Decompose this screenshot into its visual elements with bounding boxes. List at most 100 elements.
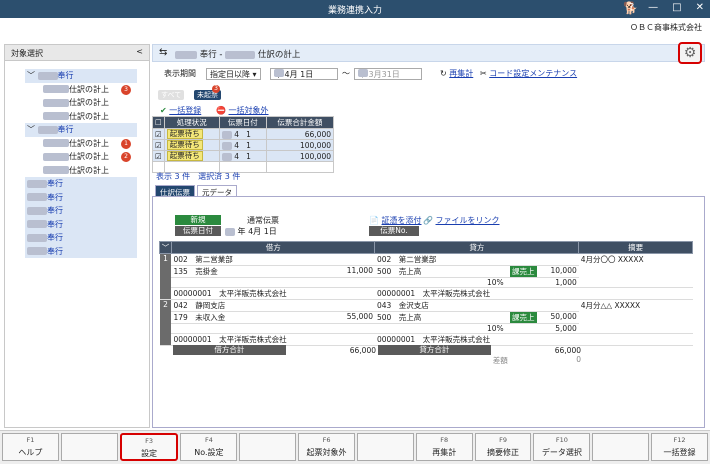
journal-row[interactable]: 2 042 静岡支店 043 金沢支店 4月分△△ XXXXX xyxy=(159,299,693,346)
credit-total-value: 66,000 xyxy=(554,345,581,355)
tree-bank-item[interactable]: ﹀ 奉行 xyxy=(25,123,137,137)
help-icon[interactable]: ? xyxy=(629,2,634,13)
credit-total-label: 貸方合計 xyxy=(378,345,491,355)
col-status: 処理状況 xyxy=(163,116,220,129)
fkey-f12-button[interactable]: F12 一括登録 xyxy=(651,433,708,461)
voucher-detail: 仕訳伝票 元データ 新規 通常伝票 伝票日付 年 4月 1日 📄 証憑を添付 🔗… xyxy=(152,185,705,428)
settings-gear-icon[interactable]: ⚙ xyxy=(678,42,702,64)
tab-journal[interactable]: 仕訳伝票 xyxy=(155,185,195,197)
collapse-panel-button[interactable]: < xyxy=(136,47,143,56)
fkey-blank-10-button[interactable] xyxy=(592,433,650,461)
file-link[interactable]: 🔗 ファイルをリンク xyxy=(423,215,500,226)
tree-bank-item[interactable]: 奉行 xyxy=(25,217,137,231)
tree-item-label: 仕訳の計上 xyxy=(69,111,109,121)
col-debit: 借方 xyxy=(170,241,376,254)
filter-chip-all[interactable]: すべて xyxy=(158,90,185,100)
fkey-f9-button[interactable]: F9 摘要修正 xyxy=(474,433,532,461)
voucher-no-label: 伝票No. xyxy=(369,226,419,236)
bulk-exclude-action[interactable]: ⛔ 一括対象外 xyxy=(216,105,269,116)
fkey-f3-button[interactable]: F3 設定 xyxy=(119,433,179,461)
tree-count-badge: 3 xyxy=(121,84,131,95)
row-number: 1 xyxy=(159,253,172,300)
tree-bank-item[interactable]: 奉行 xyxy=(25,244,137,258)
to-date-input[interactable]: 年 3月31日 xyxy=(354,68,422,80)
voucher-row[interactable]: ☑ 起票待ち 4 1 66,000 xyxy=(152,128,335,140)
expand-chevron-icon[interactable]: ﹀ xyxy=(27,125,38,134)
tree-entry-item[interactable]: 仕訳の計上 1 xyxy=(25,137,137,151)
select-all-checkbox[interactable]: ☐ xyxy=(152,116,165,129)
totals-table: 借方合計 66,000 貸方合計 66,000 差額 0 xyxy=(173,345,583,366)
row-checkbox[interactable]: ☑ xyxy=(152,150,165,162)
fkey-blank-4-button[interactable] xyxy=(239,433,297,461)
tree-entry-item[interactable]: 仕訳の計上 xyxy=(25,110,137,124)
tree-entry-item[interactable]: 仕訳の計上 xyxy=(25,164,137,178)
fkey-blank-1-button[interactable] xyxy=(60,433,118,461)
target-select-title: 対象選択 xyxy=(11,49,43,58)
period-select[interactable]: 指定日以降 ▾ xyxy=(206,68,261,80)
journal-grid: ﹀ 借方 貸方 摘要 1 002 第二営業部 002 第二営業部 4月分〇〇 XXXX… xyxy=(159,241,693,346)
tree-count-badge: 2 xyxy=(121,152,131,162)
voucher-row[interactable]: ☑ 起票待ち 4 1 100,000 xyxy=(152,150,335,162)
new-voucher-button[interactable]: 新規 xyxy=(175,215,221,225)
tree-item-label: 奉行 xyxy=(47,206,63,215)
voucher-row[interactable]: ☑ 起票待ち 4 1 100,000 xyxy=(152,139,335,151)
header-bank: 奉行 xyxy=(199,50,217,60)
tree-entry-item[interactable]: 仕訳の計上 xyxy=(25,96,137,110)
code-setting-link[interactable]: ✂ コード設定メンテナンス xyxy=(480,68,577,79)
list-summary: 表示 3 件 選択済 3 件 xyxy=(156,172,241,181)
fkey-f10-button[interactable]: F10 データ選択 xyxy=(533,433,591,461)
tree-entry-item[interactable]: 仕訳の計上 2 xyxy=(25,150,137,164)
col-amount: 伝票合計金額 xyxy=(265,116,335,129)
tree-item-label: 仕訳の計上 xyxy=(69,98,109,107)
window-title: 業務連携入力 xyxy=(327,6,382,16)
tree-item-label: 仕訳の計上 xyxy=(69,152,109,161)
row-checkbox[interactable]: ☑ xyxy=(152,139,165,151)
tree-item-label: 奉行 xyxy=(57,71,74,80)
company-name: ＯＢＣ商事株式会社 xyxy=(630,23,702,32)
status-badge: 起票待ち xyxy=(166,129,203,139)
col-credit: 貸方 xyxy=(374,241,580,254)
voucher-date-input[interactable]: 年 4月 1日 xyxy=(225,226,277,237)
close-icon[interactable]: ✕ xyxy=(696,2,704,13)
target-select-header: 対象選択 < xyxy=(5,45,149,61)
journal-row[interactable]: 1 002 第二営業部 002 第二営業部 4月分〇〇 XXXXX xyxy=(159,253,693,300)
tree-bank-item[interactable]: 奉行 xyxy=(25,204,137,218)
bulk-register-action[interactable]: ✔ 一括登録 xyxy=(160,105,201,116)
minimize-icon[interactable]: — xyxy=(648,2,658,13)
tree-item-label: 奉行 xyxy=(47,246,63,256)
tree-bank-item[interactable]: ﹀ 奉行 xyxy=(25,69,137,83)
maximize-icon[interactable]: □ xyxy=(672,2,681,13)
tree-bank-item[interactable]: 奉行 xyxy=(25,231,137,245)
attach-evidence-link[interactable]: 📄 証憑を添付 xyxy=(369,215,422,226)
tree-item-label: 仕訳の計上 xyxy=(69,84,109,94)
tree-bank-item[interactable]: 奉行 xyxy=(25,177,137,191)
tree-item-label: 奉行 xyxy=(57,125,74,134)
status-badge: 起票待ち xyxy=(166,151,203,161)
target-select-panel: 対象選択 < ﹀ 奉行 仕訳の計上 3 仕訳の計上 仕訳の計上 ﹀ 奉行 仕訳の計上 1 仕訳の… xyxy=(4,44,150,428)
target-tree: ﹀ 奉行 仕訳の計上 3 仕訳の計上 仕訳の計上 ﹀ 奉行 仕訳の計上 1 仕訳の計上 2 仕訳の計… xyxy=(25,69,137,258)
row-number: 2 xyxy=(159,299,172,346)
col-date: 伝票日付 xyxy=(218,116,267,129)
main-area: ⇆ 奉行 - 仕訳の計上 ⚙ 表示期間 指定日以降 ▾ 年 4月 1日 ～ 年 … xyxy=(152,42,705,428)
filter-bar: 表示期間 指定日以降 ▾ 年 4月 1日 ～ 年 3月31日 ↻ 再集計 ✂ コ… xyxy=(164,68,578,80)
fkey-f6-button[interactable]: F6 起票対象外 xyxy=(298,433,355,461)
status-badge: 起票待ち xyxy=(166,140,203,150)
tree-bank-item[interactable]: 奉行 xyxy=(25,190,137,204)
tree-entry-item[interactable]: 仕訳の計上 3 xyxy=(25,83,137,97)
fkey-f1-button[interactable]: F1 ヘルプ xyxy=(2,433,59,461)
expand-rows-icon[interactable]: ﹀ xyxy=(159,241,172,254)
expand-chevron-icon[interactable]: ﹀ xyxy=(27,71,38,80)
sync-icon[interactable]: ⇆ xyxy=(159,47,167,58)
title-bar: 業務連携入力 🐕 ? — □ ✕ xyxy=(0,0,710,18)
tree-count-badge: 1 xyxy=(121,138,131,149)
diff-value: 0 xyxy=(576,355,581,364)
tab-source-data[interactable]: 元データ xyxy=(197,185,237,197)
fkey-blank-6-button[interactable] xyxy=(356,433,414,461)
fkey-f4-button[interactable]: F4 No.設定 xyxy=(180,433,238,461)
tree-item-label: 仕訳の計上 xyxy=(69,165,109,175)
recalc-link[interactable]: ↻ 再集計 xyxy=(440,68,473,79)
unposted-count-badge: 3 xyxy=(212,85,220,93)
row-checkbox[interactable]: ☑ xyxy=(152,128,165,140)
from-date-input[interactable]: 年 4月 1日 xyxy=(270,68,338,80)
fkey-f8-button[interactable]: F8 再集計 xyxy=(415,433,473,461)
